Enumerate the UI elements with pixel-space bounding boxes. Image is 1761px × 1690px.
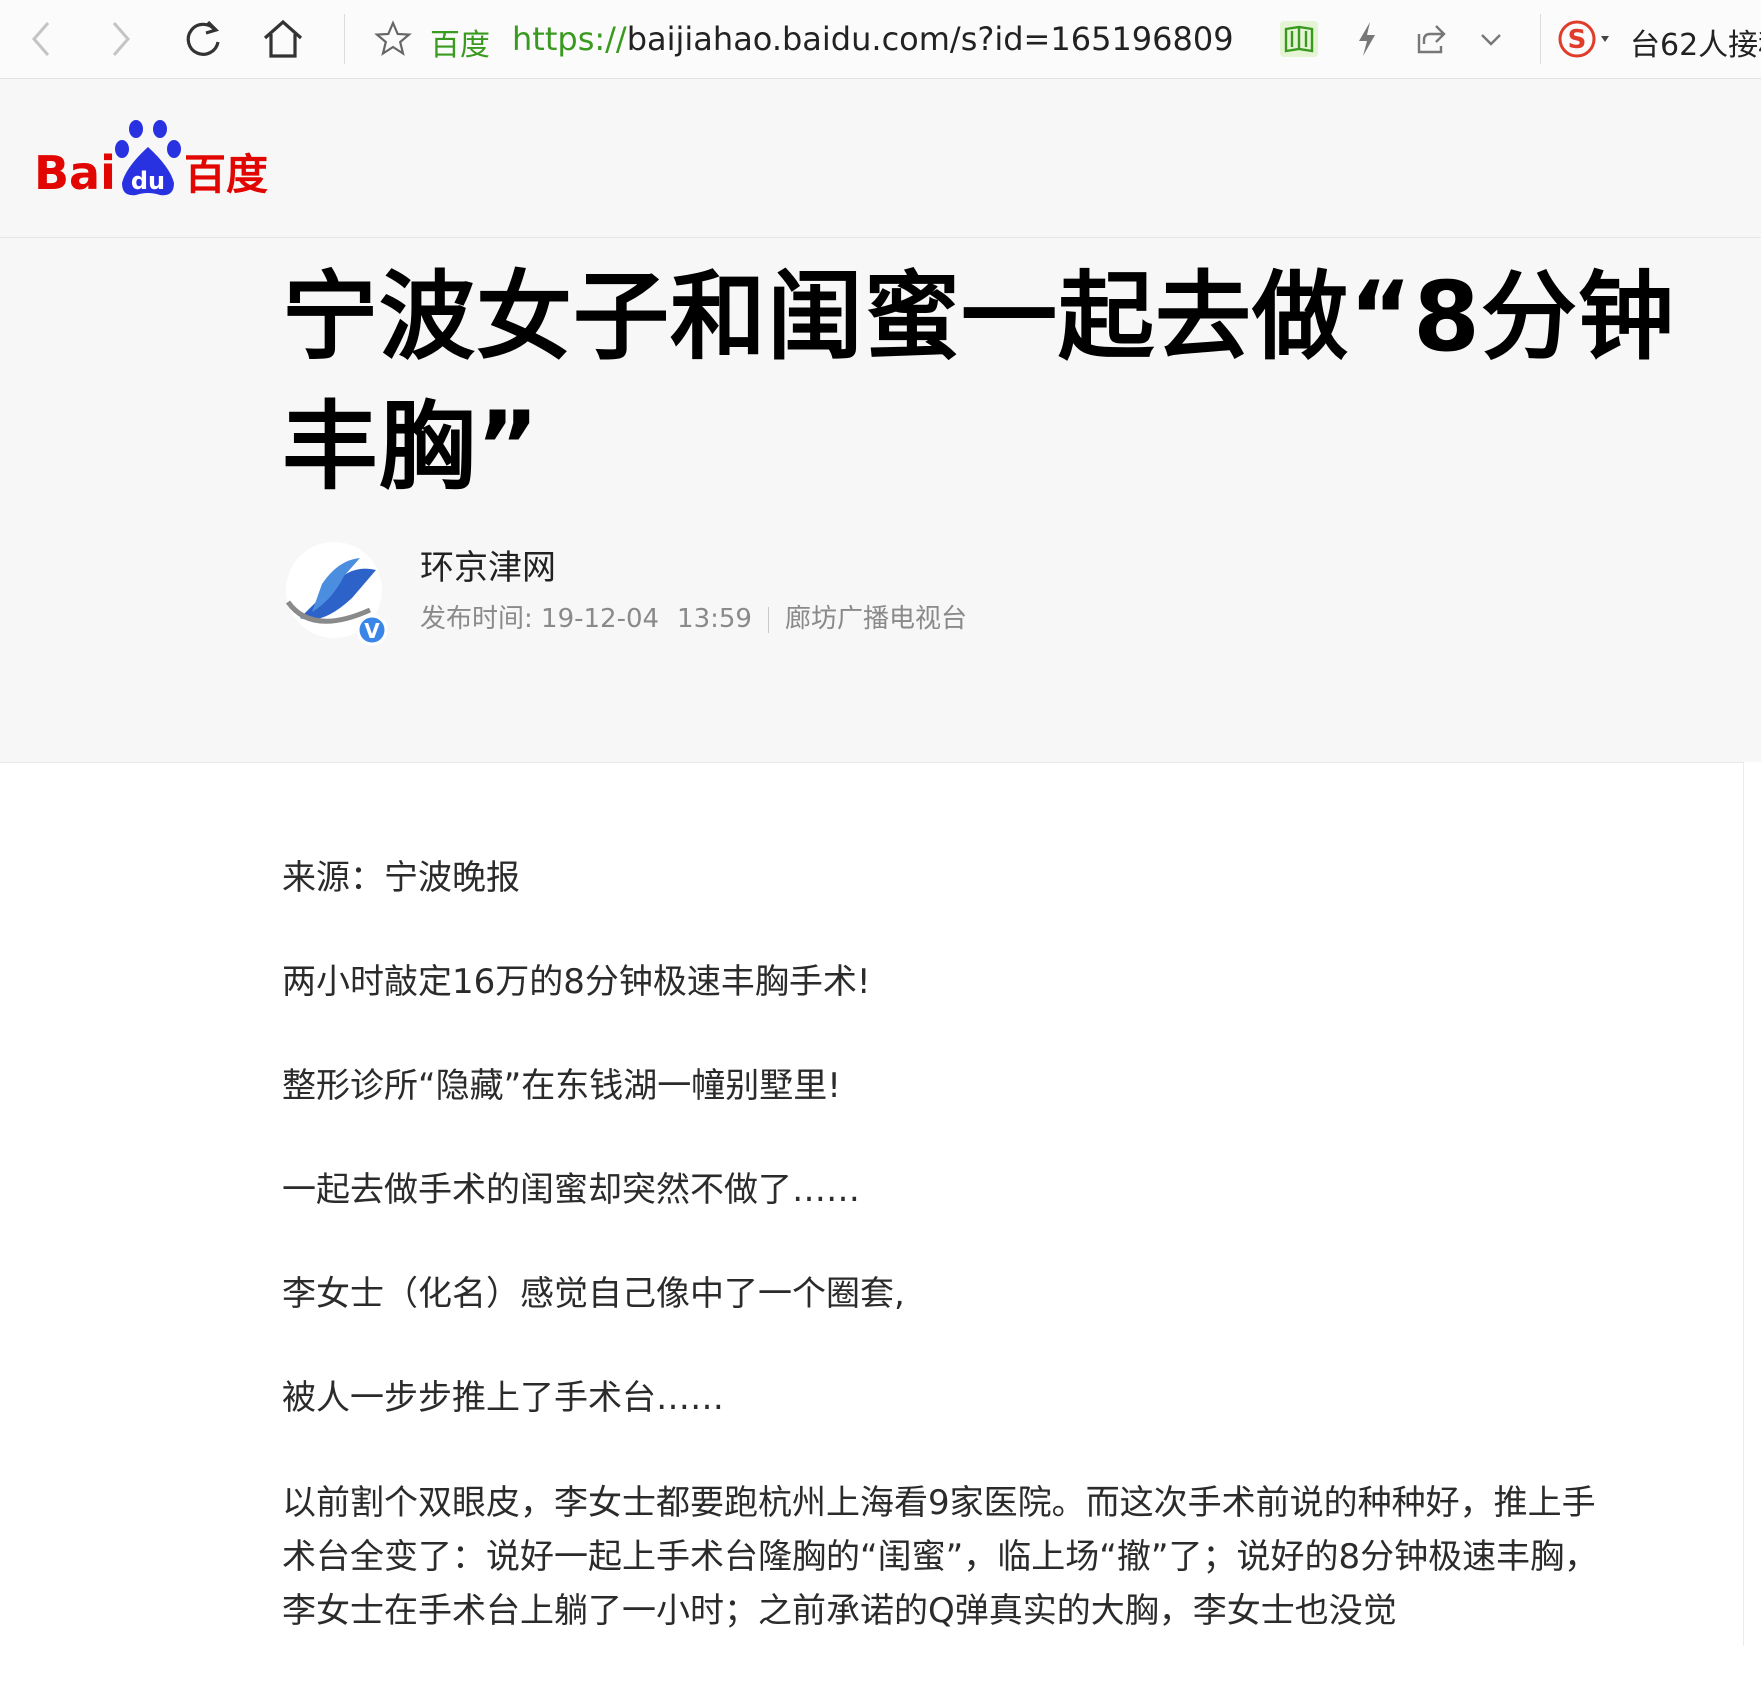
forward-button[interactable] bbox=[96, 14, 146, 64]
book-icon bbox=[1280, 21, 1318, 57]
article-body: 来源：宁波晚报 两小时敲定16万的8分钟极速丰胸手术! 整形诊所“隐藏”在东钱湖… bbox=[282, 852, 1622, 1690]
source-org: 廊坊广播电视台 bbox=[784, 604, 967, 634]
article-paragraph: 李女士（化名）感觉自己像中了一个圈套, bbox=[282, 1274, 905, 1314]
toolbar-divider bbox=[1540, 14, 1541, 64]
toolbar-divider bbox=[344, 14, 345, 64]
article-paragraph: 整形诊所“隐藏”在东钱湖一幢别墅里! bbox=[282, 1066, 841, 1106]
hot-search-text[interactable]: 台62人接种 bbox=[1630, 20, 1761, 64]
author-name[interactable]: 环京津网 bbox=[420, 540, 556, 589]
share-button[interactable] bbox=[1406, 14, 1456, 64]
svg-text:Bai: Bai bbox=[34, 146, 116, 199]
article-paragraph: 两小时敲定16万的8分钟极速丰胸手术! bbox=[282, 962, 871, 1002]
refresh-icon bbox=[186, 20, 220, 56]
bookmark-button[interactable] bbox=[368, 14, 418, 64]
chevron-right-icon bbox=[112, 22, 130, 56]
browser-toolbar: 百度 https://baijiahao.baidu.com/s?id=1651… bbox=[0, 0, 1761, 79]
chevron-left-icon bbox=[32, 22, 50, 56]
svg-text:du: du bbox=[131, 167, 165, 195]
chevron-down-icon bbox=[1481, 34, 1501, 46]
svg-text:S: S bbox=[1568, 25, 1587, 55]
article-paragraph: 一起去做手术的闺蜜却突然不做了…… bbox=[282, 1170, 860, 1210]
article-meta: 发布时间: 19-12-04 13:59 廊坊广播电视台 bbox=[420, 598, 967, 635]
baidu-paw-logo-icon: Bai du 百度 bbox=[34, 120, 268, 200]
url-text: https://baijiahao.baidu.com/s?id=1651968… bbox=[512, 20, 1232, 64]
url-path: baijiahao.baidu.com/s?id=16519680968 bbox=[626, 20, 1232, 58]
site-name: 百度 bbox=[430, 28, 490, 63]
article-paragraph: 被人一步步推上了手术台…… bbox=[282, 1378, 724, 1418]
home-icon bbox=[263, 19, 303, 58]
more-menu-button[interactable] bbox=[1466, 14, 1516, 64]
accelerate-button[interactable] bbox=[1342, 14, 1392, 64]
search-engine-button[interactable]: S bbox=[1554, 14, 1618, 64]
article-title: 宁波女子和闺蜜一起去做“8分钟丰胸” 16万，闺蜜却闪人了! bbox=[282, 261, 1675, 522]
author-avatar[interactable]: V bbox=[282, 540, 390, 648]
article-paragraph: 来源：宁波晚报 bbox=[282, 858, 520, 898]
publish-time: 13:59 bbox=[677, 604, 752, 634]
svg-text:百度: 百度 bbox=[184, 150, 268, 199]
page-scrollbar[interactable] bbox=[1743, 762, 1761, 1646]
svg-text:V: V bbox=[364, 619, 380, 643]
home-button[interactable] bbox=[258, 14, 308, 64]
author-logo-icon: V bbox=[285, 542, 388, 646]
publish-date: 发布时间: 19-12-04 bbox=[420, 604, 660, 634]
reader-mode-button[interactable] bbox=[1274, 14, 1324, 64]
meta-divider bbox=[767, 606, 769, 633]
refresh-button[interactable] bbox=[178, 14, 228, 64]
baidu-logo[interactable]: Bai du 百度 bbox=[34, 117, 274, 200]
url-protocol: https:// bbox=[512, 20, 627, 58]
star-icon bbox=[374, 20, 412, 56]
sogou-s-icon: S bbox=[1558, 20, 1609, 58]
lightning-icon bbox=[1359, 22, 1375, 56]
share-icon bbox=[1417, 25, 1446, 54]
back-button[interactable] bbox=[16, 14, 66, 64]
article-paragraph: 以前割个双眼皮，李女士都要跑杭州上海看9家医院。而这次手术前说的种种好，推上手术… bbox=[282, 1483, 1599, 1631]
article-header: 宁波女子和闺蜜一起去做“8分钟丰胸” 16万，闺蜜却闪人了! V 环京津网 发布… bbox=[0, 238, 1761, 763]
site-header: Bai du 百度 bbox=[0, 79, 1761, 238]
